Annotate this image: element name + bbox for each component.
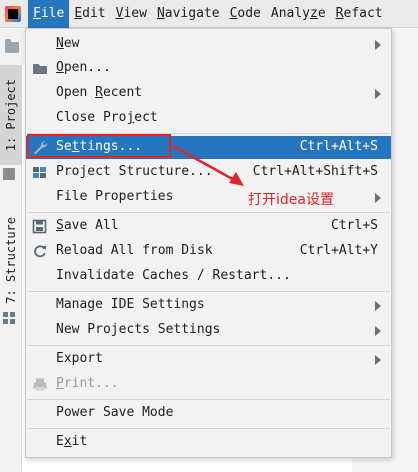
menu-item-label: File Properties bbox=[56, 189, 174, 204]
menu-item-label: Project Structure... bbox=[56, 164, 213, 179]
project-folder-icon[interactable] bbox=[5, 39, 19, 53]
print-icon bbox=[32, 377, 48, 392]
menu-item-save-all[interactable]: Save All Ctrl+S bbox=[26, 215, 391, 238]
menubar: File Edit View Navigate Code Analy z e Ref… bbox=[0, 0, 418, 28]
menu-item-shortcut: Ctrl+Alt+Y bbox=[299, 243, 378, 258]
menu-item-label: New bbox=[56, 36, 80, 51]
menu-refactor[interactable]: Refact bbox=[331, 0, 388, 28]
menu-separator bbox=[27, 428, 390, 429]
menu-code-mnemonic: C bbox=[229, 6, 238, 21]
project-tool-icon bbox=[3, 168, 15, 180]
menu-item-label: Manage IDE Settings bbox=[56, 297, 205, 312]
menu-view-label: iew bbox=[123, 6, 147, 21]
menu-edit-mnemonic: E bbox=[74, 6, 83, 21]
menu-item-label: Invalidate Caches / Restart... bbox=[56, 268, 291, 283]
menu-item-label: Reload All from Disk bbox=[56, 243, 213, 258]
menu-edit[interactable]: Edit bbox=[69, 0, 110, 28]
menu-item-label: Save All bbox=[56, 218, 119, 233]
menu-view[interactable]: View bbox=[111, 0, 152, 28]
menu-item-shortcut: Ctrl+Alt+Shift+S bbox=[252, 164, 378, 179]
menu-refactor-label: efact bbox=[343, 6, 383, 21]
settings-highlight-box bbox=[27, 134, 171, 158]
menu-analyze-label-post: e bbox=[317, 6, 326, 21]
menu-separator bbox=[27, 291, 390, 292]
menu-separator bbox=[27, 212, 390, 213]
submenu-arrow-icon bbox=[375, 326, 381, 336]
menu-file-mnemonic: F bbox=[33, 6, 41, 21]
menu-item-open[interactable]: Open... bbox=[26, 57, 391, 80]
annotation-text: 打开idea设置 bbox=[248, 192, 334, 208]
folder-open-icon bbox=[32, 61, 48, 76]
project-structure-icon bbox=[32, 165, 48, 180]
menu-refactor-mnemonic: R bbox=[335, 6, 344, 21]
reload-icon bbox=[32, 244, 48, 259]
menu-navigate-mnemonic: N bbox=[156, 6, 165, 21]
menu-analyze-label-pre: Analy bbox=[270, 6, 311, 21]
menu-item-label: Power Save Mode bbox=[56, 405, 174, 420]
menu-item-export[interactable]: Export bbox=[26, 348, 391, 371]
tab-project-label: 1: Project bbox=[4, 78, 18, 152]
submenu-arrow-icon bbox=[375, 193, 381, 203]
submenu-arrow-icon bbox=[375, 89, 381, 99]
menu-navigate[interactable]: Navigate bbox=[152, 0, 225, 28]
file-menu-dropdown: New Open... Open Recent Close Project Se… bbox=[25, 28, 392, 458]
menu-item-label: Close Project bbox=[56, 110, 158, 125]
menu-separator bbox=[27, 399, 390, 400]
intellij-logo-icon bbox=[5, 5, 21, 22]
menu-separator bbox=[27, 345, 390, 346]
menu-item-label: Export bbox=[56, 351, 103, 366]
menu-analyze[interactable]: Analy z e bbox=[266, 0, 331, 28]
submenu-arrow-icon bbox=[375, 40, 381, 50]
menu-item-shortcut: Ctrl+Alt+S bbox=[299, 139, 378, 154]
menu-item-file-properties[interactable]: File Properties bbox=[26, 186, 391, 209]
menu-item-project-structure[interactable]: Project Structure... Ctrl+Alt+Shift+S bbox=[26, 161, 391, 184]
menu-item-open-recent[interactable]: Open Recent bbox=[26, 82, 391, 105]
menu-item-label: New Projects Settings bbox=[56, 322, 221, 337]
menu-item-label: Exit bbox=[56, 434, 88, 449]
menu-code[interactable]: Code bbox=[225, 0, 266, 28]
tab-project[interactable]: 1: Project bbox=[0, 65, 22, 165]
menu-item-shortcut: Ctrl+S bbox=[331, 218, 378, 233]
structure-tool-icon bbox=[3, 312, 15, 324]
tab-structure-label: 7: Structure bbox=[4, 216, 18, 304]
menu-edit-label: dit bbox=[82, 6, 106, 21]
menu-item-manage-ide-settings[interactable]: Manage IDE Settings bbox=[26, 294, 391, 317]
menu-item-power-save-mode[interactable]: Power Save Mode bbox=[26, 402, 391, 425]
menu-item-label: Print... bbox=[56, 376, 119, 391]
menu-analyze-mnemonic: z bbox=[310, 6, 318, 21]
menu-view-mnemonic: V bbox=[115, 6, 124, 21]
tab-structure[interactable]: 7: Structure bbox=[0, 205, 22, 315]
menu-item-exit[interactable]: Exit bbox=[26, 431, 391, 454]
menu-code-label: ode bbox=[237, 6, 261, 21]
save-icon bbox=[32, 219, 48, 234]
menu-file[interactable]: File bbox=[28, 0, 70, 28]
menu-item-new-projects-settings[interactable]: New Projects Settings bbox=[26, 319, 391, 342]
menu-item-reload-from-disk[interactable]: Reload All from Disk Ctrl+Alt+Y bbox=[26, 240, 391, 263]
menu-navigate-label: avigate bbox=[164, 6, 220, 21]
menu-file-label-post: ile bbox=[40, 6, 65, 21]
menu-item-new[interactable]: New bbox=[26, 33, 391, 56]
menu-item-print: Print... bbox=[26, 373, 391, 396]
menu-item-close-project[interactable]: Close Project bbox=[26, 107, 391, 130]
submenu-arrow-icon bbox=[375, 301, 381, 311]
menu-item-invalidate-caches[interactable]: Invalidate Caches / Restart... bbox=[26, 265, 391, 288]
submenu-arrow-icon bbox=[375, 355, 381, 365]
menu-item-label: Open Recent bbox=[56, 85, 143, 100]
menu-item-label: Open... bbox=[56, 60, 111, 75]
